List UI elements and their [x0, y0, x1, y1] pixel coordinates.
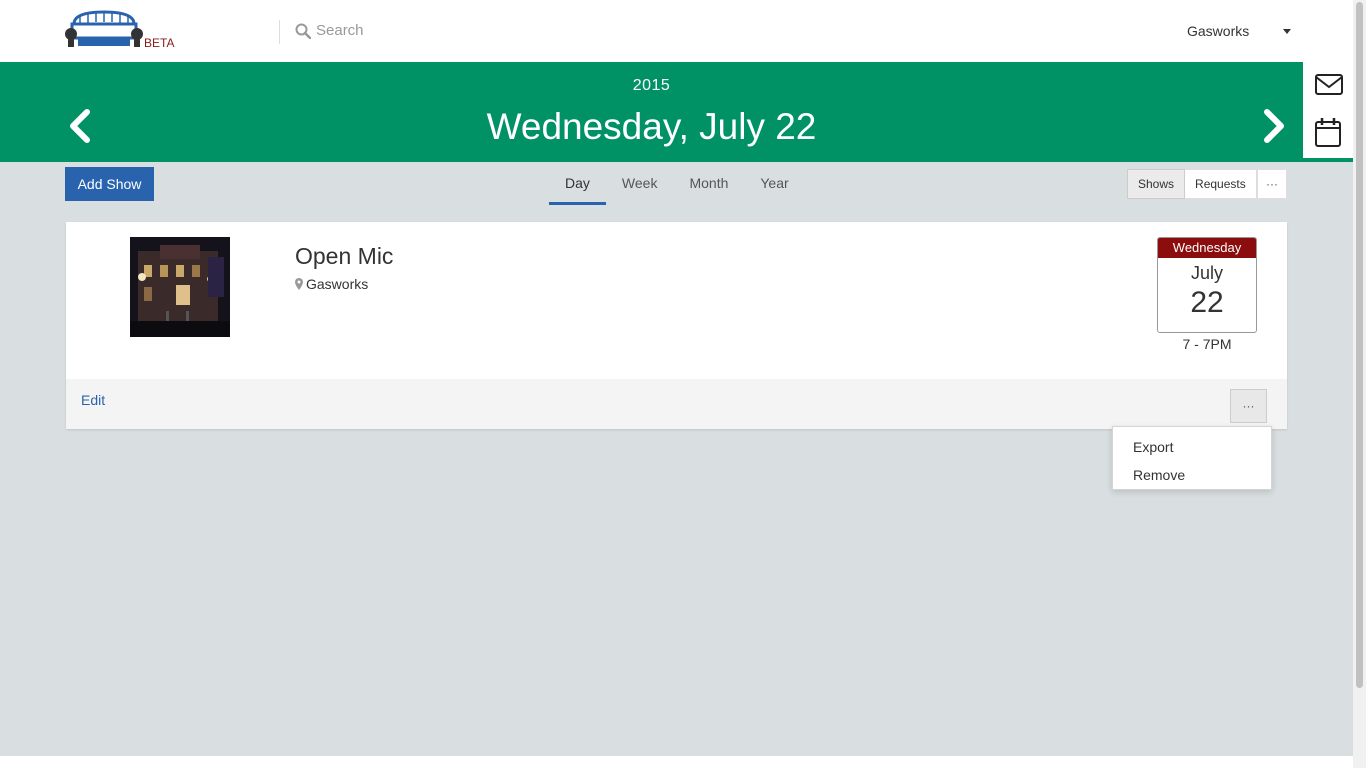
- venue-name: Gasworks: [306, 276, 369, 292]
- envelope-icon[interactable]: [1314, 72, 1344, 102]
- banner-date: Wednesday, July 22: [486, 106, 817, 147]
- search-icon: [295, 23, 312, 39]
- page-bottom: [0, 756, 1353, 768]
- calendar-day: 22: [1190, 286, 1224, 319]
- show-card: Open Mic Gasworks Wednesday July 22 7 - …: [66, 222, 1287, 429]
- show-title[interactable]: Open Mic: [295, 243, 393, 270]
- account-name: Gasworks: [1187, 23, 1250, 39]
- beta-badge: BETA: [144, 36, 175, 50]
- calendar-weekday: Wednesday: [1158, 238, 1256, 258]
- chevron-down-icon: [1283, 28, 1292, 34]
- search-input[interactable]: [316, 22, 516, 39]
- search-bar[interactable]: [295, 22, 516, 39]
- show-more-button[interactable]: ···: [1230, 389, 1267, 423]
- map-pin-icon: [295, 278, 303, 290]
- header-divider: [279, 20, 280, 44]
- date-banner: 2015 Wednesday, July 22: [0, 62, 1303, 162]
- menu-item-remove[interactable]: Remove: [1113, 461, 1271, 489]
- card-footer: Edit ···: [66, 379, 1287, 429]
- top-bar: BETA Gasworks: [0, 0, 1353, 62]
- scrollbar-thumb[interactable]: [1356, 2, 1363, 688]
- show-time: 7 - 7PM: [1182, 336, 1232, 352]
- logo[interactable]: BETA: [64, 10, 184, 52]
- view-tabs: Day Week Month Year: [549, 167, 805, 205]
- tab-month[interactable]: Month: [673, 167, 744, 205]
- side-panel: [1303, 62, 1353, 162]
- edit-link[interactable]: Edit: [81, 392, 105, 408]
- sofa-logo-icon: [65, 10, 143, 47]
- tab-year[interactable]: Year: [744, 167, 804, 205]
- side-panel-accent: [1303, 158, 1353, 162]
- date-calendar-badge: Wednesday July 22: [1157, 237, 1257, 333]
- account-menu[interactable]: Gasworks: [1187, 23, 1292, 39]
- tab-week[interactable]: Week: [606, 167, 674, 205]
- shows-filter-button[interactable]: Shows: [1127, 169, 1186, 199]
- previous-day-icon[interactable]: [67, 108, 93, 144]
- vertical-scrollbar[interactable]: [1353, 0, 1366, 768]
- show-actions-menu: Export Remove: [1112, 426, 1272, 490]
- shows-requests-toggle: Shows Requests: [1127, 169, 1257, 199]
- calendar-month: July: [1190, 263, 1223, 283]
- calendar-icon[interactable]: [1314, 116, 1344, 147]
- next-day-icon[interactable]: [1261, 108, 1287, 144]
- venue-photo: [130, 237, 230, 337]
- tab-day[interactable]: Day: [549, 167, 606, 205]
- menu-item-export[interactable]: Export: [1113, 433, 1271, 461]
- requests-filter-button[interactable]: Requests: [1185, 169, 1257, 199]
- banner-year: 2015: [632, 77, 671, 94]
- show-venue: Gasworks: [295, 276, 368, 292]
- add-show-button[interactable]: Add Show: [65, 167, 154, 201]
- more-options-button[interactable]: ···: [1257, 169, 1287, 199]
